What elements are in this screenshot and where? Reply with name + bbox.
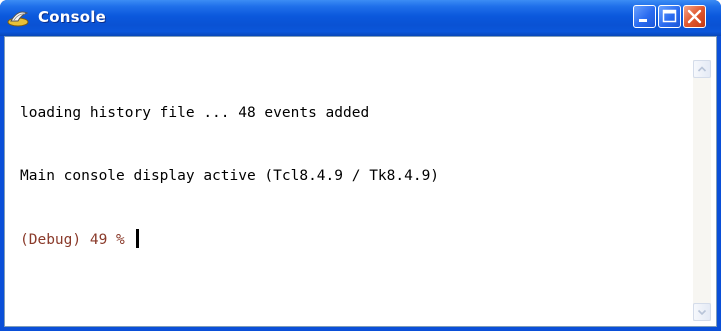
console-prompt-line[interactable]: (Debug) 49 %	[20, 229, 688, 250]
text-cursor	[135, 229, 139, 248]
maximize-icon	[662, 9, 677, 23]
minimize-button[interactable]	[633, 5, 656, 28]
console-prompt: (Debug) 49 %	[20, 232, 125, 248]
scroll-track[interactable]	[693, 78, 711, 303]
maximize-button[interactable]	[658, 5, 681, 28]
arrow-down-icon	[697, 309, 707, 316]
console-output[interactable]: loading history file ... 48 events added…	[20, 61, 688, 311]
tcl-feather-icon[interactable]	[6, 5, 32, 31]
minimize-icon	[639, 19, 647, 22]
console-line: loading history file ... 48 events added	[20, 105, 370, 121]
scroll-down-button[interactable]	[693, 303, 711, 321]
window-title: Console	[38, 8, 106, 26]
console-window: Console loading history file ... 48 even…	[0, 0, 721, 331]
title-bar[interactable]: Console	[0, 0, 721, 36]
close-button[interactable]	[683, 5, 706, 28]
console-line: Main console display active (Tcl8.4.9 / …	[20, 168, 440, 184]
arrow-up-icon	[697, 66, 707, 72]
vertical-scrollbar[interactable]	[693, 60, 711, 321]
scroll-up-button[interactable]	[693, 60, 711, 78]
close-icon	[687, 9, 702, 24]
